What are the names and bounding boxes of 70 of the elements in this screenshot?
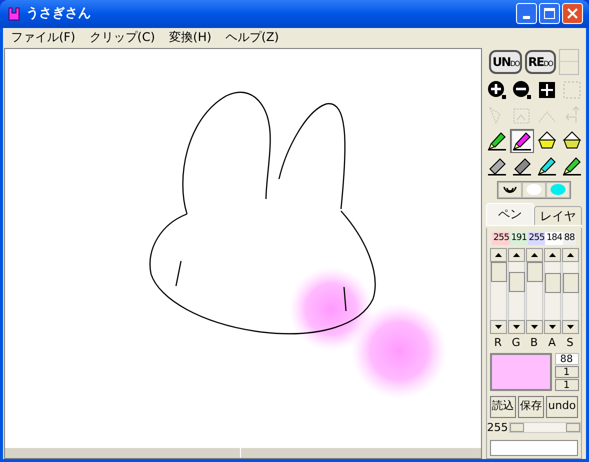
channel-value: 88 — [563, 232, 576, 245]
horizontal-scrollbar[interactable] — [5, 448, 481, 458]
action-button[interactable]: 保存 — [518, 396, 544, 418]
opacity-value: 255 — [487, 420, 508, 436]
channel-value: 255 — [492, 232, 510, 245]
down-arrow-icon — [566, 325, 574, 329]
down-arrow-icon — [530, 325, 538, 329]
pencil-icon — [562, 155, 582, 176]
menu-item[interactable]: ヘルプ(Z) — [225, 28, 279, 46]
opacity-scrollbar[interactable] — [509, 422, 581, 434]
action-button[interactable]: undo — [546, 396, 578, 418]
minimize-button[interactable] — [516, 3, 537, 24]
fill-icon — [536, 130, 556, 151]
channel-value: 255 — [528, 232, 546, 245]
up-arrow-icon — [566, 253, 574, 257]
down-arrow-button[interactable] — [508, 320, 524, 334]
maximize-icon — [544, 8, 555, 20]
down-arrow-icon — [512, 325, 520, 329]
minimize-icon — [523, 16, 530, 20]
close-icon — [567, 8, 578, 20]
up-arrow-icon — [494, 253, 502, 257]
step-button[interactable]: 1 — [554, 366, 578, 378]
down-arrow-button[interactable] — [490, 320, 506, 334]
slider-thumb[interactable] — [508, 272, 524, 292]
step-button[interactable]: 1 — [554, 378, 578, 390]
down-arrow-icon — [494, 325, 502, 329]
slider-thumb[interactable] — [526, 262, 542, 282]
up-arrow-icon — [548, 253, 556, 257]
mode-button[interactable] — [498, 182, 522, 198]
channel-value: 191 — [510, 232, 528, 245]
menu-item[interactable]: ファイル(F) — [11, 28, 76, 46]
action-button[interactable]: 読込 — [490, 396, 516, 418]
up-arrow-icon — [512, 253, 520, 257]
channel-label: A — [547, 335, 557, 351]
slider-thumb[interactable] — [562, 273, 578, 293]
tab[interactable]: ペン — [486, 202, 534, 224]
close-button[interactable] — [562, 3, 583, 24]
window-title: うさぎさん — [26, 5, 91, 23]
up-arrow-button[interactable] — [544, 248, 560, 262]
channel-label: B — [529, 335, 539, 351]
up-arrow-button[interactable] — [526, 248, 542, 262]
tab[interactable]: レイヤ — [534, 206, 582, 224]
menu-item[interactable]: クリップ(C) — [89, 28, 156, 46]
menu-item[interactable]: 変換(H) — [169, 28, 212, 46]
channel-value: 184 — [545, 232, 564, 245]
slider-thumb[interactable] — [490, 262, 506, 282]
down-arrow-button[interactable] — [544, 320, 560, 334]
channel-label: S — [566, 335, 574, 351]
up-arrow-button[interactable] — [562, 248, 578, 262]
down-arrow-button[interactable] — [526, 320, 542, 334]
number-field[interactable]: 88 — [554, 352, 578, 364]
fill-icon — [562, 130, 582, 151]
text-field[interactable] — [490, 440, 578, 456]
down-arrow-icon — [548, 325, 556, 329]
pencil-icon — [536, 155, 556, 176]
up-arrow-icon — [530, 253, 538, 257]
up-arrow-button[interactable] — [508, 248, 524, 262]
maximize-button[interactable] — [539, 3, 560, 24]
zoom-out-icon — [512, 80, 532, 101]
pencil-icon — [486, 130, 506, 151]
channel-label: R — [493, 335, 503, 351]
tool-button[interactable] — [510, 128, 534, 152]
grid-icon — [536, 80, 556, 101]
rabbit-icon — [6, 6, 22, 22]
slider-thumb[interactable] — [544, 273, 560, 293]
pencil-icon — [512, 130, 532, 151]
up-arrow-button[interactable] — [490, 248, 506, 262]
zoom-in-icon — [486, 80, 506, 101]
channel-label: G — [510, 335, 522, 351]
down-arrow-button[interactable] — [562, 320, 578, 334]
